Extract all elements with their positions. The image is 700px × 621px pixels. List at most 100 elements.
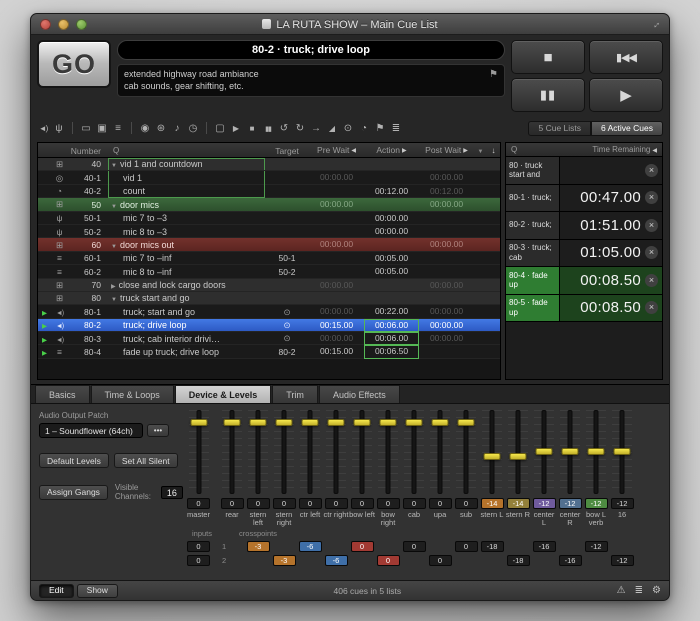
stop-cue-button[interactable]	[645, 246, 658, 259]
crosspoint-chip[interactable]: 0	[429, 555, 452, 566]
fader-handle[interactable]	[328, 419, 345, 426]
active-cue-row[interactable]: 80-2 · truck;01:51.00	[506, 212, 662, 240]
active-cue-row[interactable]: 80-1 · truck;00:47.00	[506, 185, 662, 213]
arrow-icon[interactable]	[310, 123, 322, 134]
level-chip-16[interactable]: -12	[611, 498, 634, 509]
cue-row-80[interactable]: 80truck start and go	[38, 292, 500, 305]
crosspoint-chip[interactable]: -3	[273, 555, 296, 566]
fader-handle[interactable]	[302, 419, 319, 426]
disclosure-open-icon[interactable]	[111, 159, 117, 169]
active-cue-row[interactable]: 80 · truck start and	[506, 157, 662, 185]
warning-icon[interactable]	[617, 585, 626, 596]
crosspoint-chip[interactable]: -18	[481, 541, 504, 552]
crosspoint-chip[interactable]: -3	[247, 541, 270, 552]
cue-row-60[interactable]: 60door mics out00:00.0000:00.00	[38, 238, 500, 251]
crosspoint-chip[interactable]: -12	[611, 555, 634, 566]
fader-handle[interactable]	[588, 448, 605, 455]
fader-handle[interactable]	[354, 419, 371, 426]
level-chip-cab[interactable]: 0	[403, 498, 426, 509]
cue-row-70[interactable]: 70close and lock cargo doors00:00.0000:0…	[38, 279, 500, 292]
level-chip-stern-r[interactable]: -14	[507, 498, 530, 509]
level-chip-center-r[interactable]: -12	[559, 498, 582, 509]
level-chip-master[interactable]: 0	[187, 498, 210, 509]
camera-icon[interactable]	[96, 123, 108, 134]
settings-gear-icon[interactable]	[652, 585, 661, 596]
close-window-button[interactable]	[40, 19, 51, 30]
patch-edit-button[interactable]: •••	[147, 424, 169, 437]
cue-row-60-2[interactable]: 60-2mic 8 to –inf50-200:05.00	[38, 265, 500, 278]
fader-handle[interactable]	[406, 419, 423, 426]
stop-cue-button[interactable]	[645, 301, 658, 314]
level-chip-bow-l-verb[interactable]: -12	[585, 498, 608, 509]
active-cue-row[interactable]: 80-4 · fade up00:08.50	[506, 267, 662, 295]
inspector-tab-time-loops[interactable]: Time & Loops	[91, 385, 174, 403]
fader-handle[interactable]	[614, 448, 631, 455]
play-icon[interactable]	[230, 123, 242, 134]
loop-icon[interactable]	[294, 123, 306, 134]
wheel-icon[interactable]	[155, 123, 167, 134]
level-chip-ctr-left[interactable]: 0	[299, 498, 322, 509]
record-icon[interactable]	[139, 123, 151, 134]
sliders-icon[interactable]	[112, 123, 124, 134]
tab-active-cues[interactable]: 6 Active Cues	[591, 121, 663, 136]
fader-handle[interactable]	[432, 419, 449, 426]
go-button[interactable]: GO	[37, 40, 111, 88]
cue-row-40[interactable]: 40vid 1 and countdown	[38, 158, 500, 171]
cue-row-40-2[interactable]: 40-2count00:12.0000:12.00	[38, 185, 500, 198]
display-icon[interactable]	[80, 123, 92, 134]
crosspoint-chip[interactable]: 0	[187, 541, 210, 552]
list-icon[interactable]	[390, 123, 402, 134]
cue-row-80-2[interactable]: 80-2truck; drive loop00:15.0000:06.0000:…	[38, 319, 500, 332]
crosspoint-chip[interactable]: -16	[559, 555, 582, 566]
cue-row-40-1[interactable]: 40-1vid 100:00.0000:00.00	[38, 171, 500, 184]
cue-row-50[interactable]: 50door mics00:00.0000:00.00	[38, 198, 500, 211]
play-button[interactable]	[589, 78, 663, 112]
flag-icon[interactable]	[374, 123, 386, 134]
inspector-tab-trim[interactable]: Trim	[272, 385, 318, 403]
edit-mode-button[interactable]: Edit	[39, 584, 74, 598]
mic-icon[interactable]	[53, 123, 65, 134]
fader-handle[interactable]	[380, 419, 397, 426]
reset-icon[interactable]	[278, 123, 290, 134]
fader-handle[interactable]	[224, 419, 241, 426]
tab-cue-lists[interactable]: 5 Cue Lists	[528, 121, 591, 136]
audio-patch-dropdown[interactable]: 1 – Soundflower (64ch)	[39, 423, 143, 438]
crosspoint-chip[interactable]: 0	[403, 541, 426, 552]
note-icon[interactable]	[171, 123, 183, 134]
fade-icon[interactable]	[326, 123, 338, 134]
crosspoint-chip[interactable]: 0	[187, 555, 210, 566]
volume-icon[interactable]	[37, 123, 49, 134]
inspector-tab-basics[interactable]: Basics	[35, 385, 90, 403]
list-view-icon[interactable]	[635, 585, 643, 596]
pause-button[interactable]	[511, 78, 585, 112]
crosspoint-chip[interactable]: 0	[351, 541, 374, 552]
flag-icon[interactable]	[489, 68, 498, 93]
crosspoint-chip[interactable]: -6	[325, 555, 348, 566]
crosspoint-chip[interactable]: -18	[507, 555, 530, 566]
disclosure-open-icon[interactable]	[111, 240, 117, 250]
pause-icon[interactable]	[262, 123, 274, 134]
zoom-window-button[interactable]	[76, 19, 87, 30]
stop-cue-button[interactable]	[645, 164, 658, 177]
fader-handle[interactable]	[510, 453, 527, 460]
inspector-tab-device-levels[interactable]: Device & Levels	[175, 385, 272, 403]
cue-row-80-3[interactable]: 80-3truck; cab interior drivi…00:00.0000…	[38, 332, 500, 345]
level-chip-stern-left[interactable]: 0	[247, 498, 270, 509]
cue-row-50-2[interactable]: 50-2mic 8 to –300:00.00	[38, 225, 500, 238]
level-chip-sub[interactable]: 0	[455, 498, 478, 509]
cue-row-60-1[interactable]: 60-1mic 7 to –inf50-100:05.00	[38, 252, 500, 265]
level-chip-center-l[interactable]: -12	[533, 498, 556, 509]
active-cue-row[interactable]: 80-3 · truck; cab01:05.00	[506, 240, 662, 268]
stop-cue-button[interactable]	[645, 219, 658, 232]
clock-icon[interactable]	[187, 123, 199, 134]
cue-row-80-4[interactable]: 80-4fade up truck; drive loop80-200:15.0…	[38, 345, 500, 358]
crosspoint-chip[interactable]: 0	[377, 555, 400, 566]
fader-handle[interactable]	[458, 419, 475, 426]
disclosure-closed-icon[interactable]	[111, 280, 116, 290]
fader-handle[interactable]	[250, 419, 267, 426]
show-mode-button[interactable]: Show	[77, 584, 118, 598]
fader-handle[interactable]	[536, 448, 553, 455]
stop-button[interactable]	[511, 40, 585, 74]
level-chip-stern-right[interactable]: 0	[273, 498, 296, 509]
crosspoint-chip[interactable]: -16	[533, 541, 556, 552]
